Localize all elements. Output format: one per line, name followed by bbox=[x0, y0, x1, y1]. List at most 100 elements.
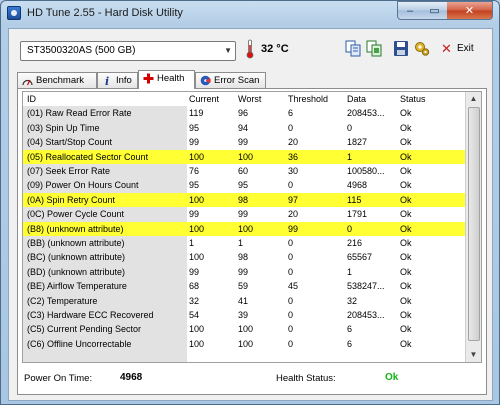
threshold-value: 0 bbox=[288, 310, 294, 320]
raw-data: 65567 bbox=[347, 252, 373, 263]
status-value: Ok bbox=[400, 122, 412, 133]
worst-value: 60 bbox=[238, 166, 249, 176]
smart-attributes-table[interactable]: ID Current Worst Threshold Data Status (… bbox=[22, 91, 482, 363]
raw-data: 1827 bbox=[347, 137, 368, 148]
table-row[interactable]: (C6) Offline Uncorrectable 100 100 0 6 Ok bbox=[23, 337, 481, 351]
table-row[interactable]: (0C) Power Cycle Count 99 99 20 1791 Ok bbox=[23, 207, 481, 221]
threshold-value: 45 bbox=[288, 281, 299, 292]
threshold-value: 97 bbox=[288, 194, 299, 205]
close-button[interactable]: ✕ bbox=[447, 1, 493, 20]
current-value: 119 bbox=[189, 108, 204, 119]
power-on-time-label: Power On Time: bbox=[24, 373, 93, 384]
table-row[interactable]: (BE) Airflow Temperature 68 59 45 538247... O… bbox=[23, 279, 481, 293]
current-value: 1 bbox=[189, 238, 195, 248]
raw-data: 208453... bbox=[347, 310, 385, 320]
status-value: Ok bbox=[400, 295, 412, 306]
table-row[interactable]: (BC) (unknown attribute) 100 98 0 65567 Ok bbox=[23, 250, 481, 264]
worst-value: 96 bbox=[238, 108, 249, 119]
column-header-status[interactable]: Status bbox=[400, 92, 470, 106]
tab-benchmark[interactable]: Benchmark bbox=[17, 72, 97, 88]
raw-data: 100580... bbox=[347, 166, 385, 176]
column-header-current[interactable]: Current bbox=[189, 92, 234, 106]
attribute-id: (C2) Temperature bbox=[27, 295, 98, 306]
table-row[interactable]: (01) Raw Read Error Rate 119 96 6 208453... O… bbox=[23, 106, 481, 120]
chevron-down-icon: ▼ bbox=[224, 46, 232, 55]
status-value: Ok bbox=[400, 166, 412, 176]
status-value: Ok bbox=[400, 180, 412, 191]
threshold-value: 0 bbox=[288, 338, 294, 349]
worst-value: 99 bbox=[238, 209, 249, 220]
title-bar[interactable]: HD Tune 2.55 - Hard Disk Utility – ▭ ✕ bbox=[1, 1, 499, 27]
threshold-value: 0 bbox=[288, 266, 294, 277]
scroll-up-arrow-icon[interactable]: ▲ bbox=[466, 92, 481, 106]
health-cross-icon bbox=[143, 73, 154, 84]
maximize-button[interactable]: ▭ bbox=[422, 1, 448, 20]
column-header-data[interactable]: Data bbox=[347, 92, 397, 106]
tab-info[interactable]: i Info bbox=[97, 72, 138, 88]
table-header: ID Current Worst Threshold Data Status bbox=[23, 92, 481, 106]
table-row[interactable]: (BB) (unknown attribute) 1 1 0 216 Ok bbox=[23, 236, 481, 250]
worst-value: 1 bbox=[238, 238, 244, 248]
threshold-value: 20 bbox=[288, 209, 299, 220]
status-value: Ok bbox=[400, 252, 412, 263]
threshold-value: 0 bbox=[288, 324, 294, 335]
hd-tune-app-icon bbox=[7, 6, 21, 20]
svg-text:i: i bbox=[105, 75, 109, 86]
benchmark-icon bbox=[22, 79, 33, 86]
table-row[interactable]: (C5) Current Pending Sector 100 100 0 6 Ok bbox=[23, 322, 481, 336]
save-icon[interactable] bbox=[393, 40, 409, 57]
tab-info-label: Info bbox=[116, 75, 132, 86]
current-value: 68 bbox=[189, 281, 200, 292]
threshold-value: 0 bbox=[288, 122, 294, 133]
current-value: 100 bbox=[189, 338, 205, 349]
table-row[interactable]: (B8) (unknown attribute) 100 100 99 0 Ok bbox=[23, 221, 481, 236]
raw-data: 6 bbox=[347, 324, 353, 335]
status-value: Ok bbox=[400, 324, 412, 335]
info-icon: i bbox=[105, 75, 109, 86]
attribute-id: (B8) (unknown attribute) bbox=[27, 223, 124, 234]
drive-select[interactable]: ST3500320AS (500 GB) ▼ bbox=[20, 41, 236, 61]
vertical-scrollbar[interactable]: ▲ ▼ bbox=[465, 92, 481, 362]
exit-icon[interactable]: ✕ bbox=[441, 41, 452, 57]
status-value: Ok bbox=[400, 338, 412, 349]
attribute-id: (BE) Airflow Temperature bbox=[27, 281, 127, 292]
current-value: 100 bbox=[189, 223, 205, 234]
status-value: Ok bbox=[400, 194, 412, 205]
table-row[interactable]: (09) Power On Hours Count 95 95 0 4968 Ok bbox=[23, 178, 481, 192]
scroll-down-arrow-icon[interactable]: ▼ bbox=[466, 348, 481, 362]
current-value: 95 bbox=[189, 180, 200, 191]
table-row[interactable]: (04) Start/Stop Count 99 99 20 1827 Ok bbox=[23, 135, 481, 149]
power-on-time-value: 4968 bbox=[120, 372, 143, 383]
table-row[interactable]: (BD) (unknown attribute) 99 99 0 1 Ok bbox=[23, 265, 481, 279]
status-value: Ok bbox=[400, 209, 412, 220]
tab-error-scan[interactable]: Error Scan bbox=[195, 72, 266, 88]
current-value: 99 bbox=[189, 266, 200, 277]
worst-value: 100 bbox=[238, 151, 254, 162]
status-value: Ok bbox=[400, 238, 412, 248]
status-value: Ok bbox=[400, 310, 412, 320]
options-icon[interactable] bbox=[414, 40, 430, 57]
exit-button[interactable]: Exit bbox=[457, 43, 474, 54]
raw-data: 1791 bbox=[347, 209, 368, 220]
status-value: Ok bbox=[400, 266, 412, 277]
column-header-worst[interactable]: Worst bbox=[238, 92, 283, 106]
attribute-id: (0A) Spin Retry Count bbox=[27, 194, 116, 205]
copy-text-icon[interactable] bbox=[345, 40, 361, 57]
table-row[interactable]: (07) Seek Error Rate 76 60 30 100580... Ok bbox=[23, 164, 481, 178]
column-header-threshold[interactable]: Threshold bbox=[288, 92, 343, 106]
attribute-id: (BD) (unknown attribute) bbox=[27, 266, 126, 277]
table-row[interactable]: (0A) Spin Retry Count 100 98 97 115 Ok bbox=[23, 192, 481, 208]
minimize-button[interactable]: – bbox=[397, 1, 423, 20]
threshold-value: 99 bbox=[288, 223, 299, 234]
table-row[interactable]: (C3) Hardware ECC Recovered 54 39 0 208453..… bbox=[23, 308, 481, 322]
column-header-id[interactable]: ID bbox=[27, 92, 189, 106]
table-row[interactable]: (03) Spin Up Time 95 94 0 0 Ok bbox=[23, 121, 481, 135]
table-row[interactable]: (C2) Temperature 32 41 0 32 Ok bbox=[23, 294, 481, 308]
attribute-id: (09) Power On Hours Count bbox=[27, 180, 139, 191]
attribute-id: (C6) Offline Uncorrectable bbox=[27, 338, 132, 349]
scrollbar-thumb[interactable] bbox=[468, 107, 480, 341]
table-row[interactable]: (05) Reallocated Sector Count 100 100 36 1 Ok bbox=[23, 149, 481, 164]
tab-health[interactable]: Health bbox=[138, 70, 195, 89]
current-value: 76 bbox=[189, 166, 200, 176]
copy-screenshot-icon[interactable] bbox=[366, 40, 382, 57]
